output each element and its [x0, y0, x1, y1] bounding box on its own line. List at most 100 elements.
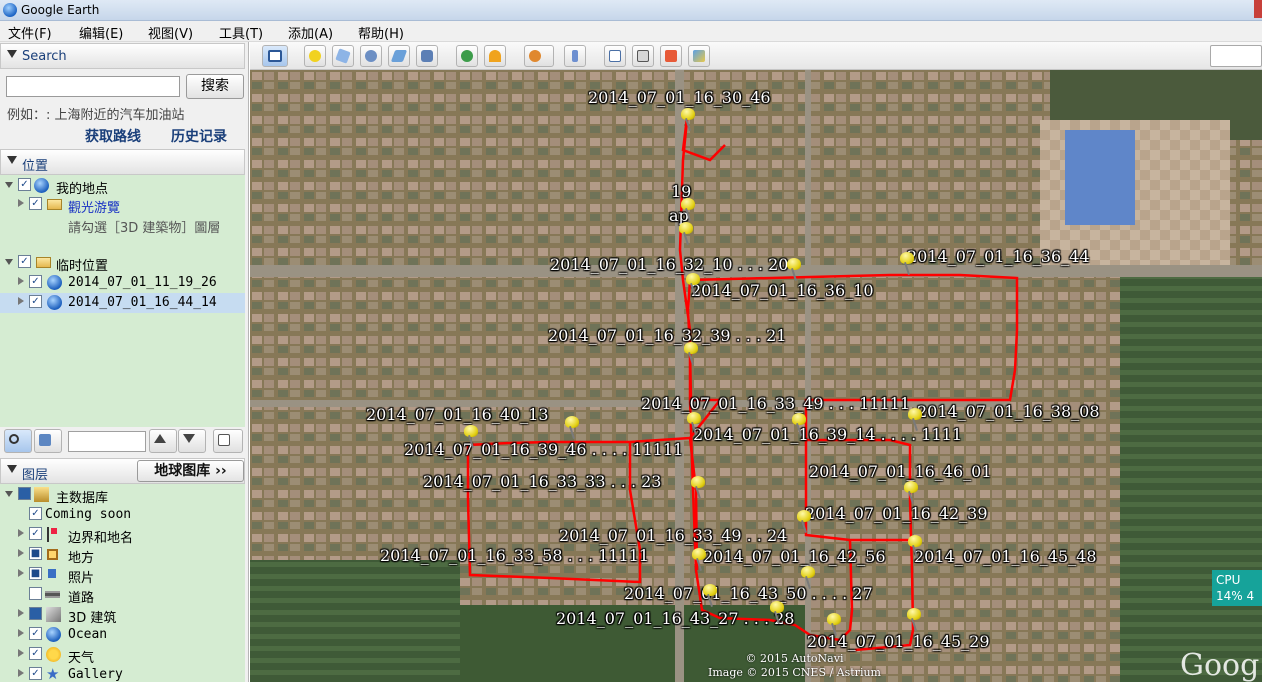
placemark-pin-icon[interactable]	[679, 198, 697, 222]
sunlight-button[interactable]	[484, 45, 506, 67]
layer-primary-database[interactable]: 主数据库	[0, 485, 245, 506]
placemark-pin-icon[interactable]	[462, 425, 480, 449]
track-point-label[interactable]: 2014_07_01_16_33_58 . . . 11111	[380, 546, 649, 565]
track-point-label[interactable]: 2014_07_01_16_36_10	[691, 281, 874, 300]
placemark-pin-icon[interactable]	[690, 548, 708, 572]
placemark-pin-icon[interactable]	[701, 584, 719, 608]
placemark-pin-icon[interactable]	[677, 222, 695, 246]
map-view[interactable]: 2014_07_01_16_30_46 19 ap 2014_07_01_16_…	[250, 70, 1262, 682]
ruler-button[interactable]	[564, 45, 586, 67]
expand-arrow-icon[interactable]	[18, 277, 24, 285]
expand-arrow-icon[interactable]	[5, 259, 13, 265]
layer-3d-buildings[interactable]: 3D 建筑	[0, 605, 245, 626]
placemark-pin-icon[interactable]	[795, 510, 813, 534]
placemark-pin-icon[interactable]	[679, 108, 697, 132]
expand-arrow-icon[interactable]	[18, 569, 24, 577]
expand-arrow-icon[interactable]	[5, 491, 13, 497]
checkbox[interactable]: ■	[29, 567, 42, 580]
track-point-label[interactable]: 2014_07_01_16_32_39 . . . 21	[548, 326, 786, 345]
placemark-pin-icon[interactable]	[785, 258, 803, 282]
layer-coming-soon[interactable]: ✓ Coming soon	[0, 505, 245, 525]
view-in-maps-button[interactable]	[660, 45, 682, 67]
checkbox[interactable]: ✓	[29, 197, 42, 210]
checkbox[interactable]: ✓	[29, 295, 42, 308]
track-point-label[interactable]: 2014_07_01_16_33_49 . . 24	[559, 526, 787, 545]
expand-arrow-icon[interactable]	[18, 609, 24, 617]
close-window-button[interactable]	[1254, 0, 1262, 18]
layer-photos[interactable]: ■ 照片	[0, 565, 245, 586]
checkbox[interactable]: ✓	[29, 627, 42, 640]
checkbox[interactable]: ■	[29, 547, 42, 560]
collapse-arrow-icon[interactable]	[7, 156, 17, 164]
placemark-pin-icon[interactable]	[799, 566, 817, 590]
menu-tools[interactable]: 工具(T)	[219, 23, 263, 42]
layer-weather[interactable]: ✓ 天气	[0, 645, 245, 666]
expand-arrow-icon[interactable]	[18, 649, 24, 657]
menu-view[interactable]: 视图(V)	[148, 23, 193, 42]
expand-arrow-icon[interactable]	[18, 529, 24, 537]
expand-arrow-icon[interactable]	[5, 182, 13, 188]
search-places-button[interactable]	[4, 429, 32, 453]
layer-borders[interactable]: ✓ 边界和地名	[0, 525, 245, 546]
search-button[interactable]: 搜索	[186, 74, 244, 99]
track-point-label[interactable]: 2014_07_01_16_42_56	[703, 547, 886, 566]
track-point-label[interactable]: 2014_07_01_16_43_27 . . . 28	[556, 609, 794, 628]
search-panel-header[interactable]: Search	[0, 43, 245, 69]
move-down-button[interactable]	[178, 429, 206, 453]
collapse-arrow-icon[interactable]	[7, 50, 17, 58]
track-point-label[interactable]: 2014_07_01_16_43_50 . . . . 27	[624, 584, 873, 603]
placemark-pin-icon[interactable]	[790, 413, 808, 437]
add-placemark-button[interactable]	[304, 45, 326, 67]
placemark-pin-icon[interactable]	[905, 608, 923, 632]
print-button[interactable]	[632, 45, 654, 67]
earth-gallery-button[interactable]: 地球图库 ››	[137, 460, 244, 482]
placemark-pin-icon[interactable]	[898, 252, 916, 276]
sidebar-toggle-button[interactable]	[262, 45, 288, 67]
history-link[interactable]: 历史记录	[171, 126, 227, 146]
track-point-label[interactable]: 2014_07_01_16_32_10 . . . 20	[550, 255, 788, 274]
add-path-button[interactable]	[360, 45, 382, 67]
placemark-pin-icon[interactable]	[768, 601, 786, 625]
track-point-label[interactable]: 2014_07_01_16_33_33 . . . 23	[423, 472, 661, 491]
track-point-label[interactable]: 2014_07_01_16_42_39	[805, 504, 988, 523]
placemark-pin-icon[interactable]	[682, 342, 700, 366]
email-button[interactable]	[604, 45, 626, 67]
place-track-2[interactable]: ✓ 2014_07_01_16_44_14	[0, 293, 245, 313]
places-panel-header[interactable]: 位置	[0, 149, 245, 175]
add-polygon-button[interactable]	[332, 45, 354, 67]
menu-edit[interactable]: 编辑(E)	[79, 23, 123, 42]
track-point-label[interactable]: 2014_07_01_16_39_46 . . . . 11111	[404, 440, 683, 459]
place-temporary[interactable]: ✓ 临时位置	[0, 253, 245, 274]
track-point-label[interactable]: 2014_07_01_16_33_49 . . . 11111	[641, 394, 910, 413]
layer-ocean[interactable]: ✓ Ocean	[0, 625, 245, 645]
get-directions-link[interactable]: 获取路线	[85, 126, 141, 146]
checkbox[interactable]	[29, 607, 42, 620]
collapse-arrow-icon[interactable]	[7, 465, 17, 473]
placemark-pin-icon[interactable]	[906, 535, 924, 559]
track-point-label[interactable]: 2014_07_01_16_30_46	[588, 88, 771, 107]
checkbox[interactable]: ✓	[29, 507, 42, 520]
checkbox[interactable]: ✓	[29, 667, 42, 680]
expand-arrow-icon[interactable]	[18, 297, 24, 305]
panel-toggle-button[interactable]	[34, 429, 62, 453]
placemark-pin-icon[interactable]	[906, 408, 924, 432]
search-input[interactable]	[6, 76, 180, 97]
placemark-pin-icon[interactable]	[825, 613, 843, 637]
checkbox[interactable]	[18, 487, 31, 500]
expand-arrow-icon[interactable]	[18, 629, 24, 637]
move-up-button[interactable]	[149, 429, 177, 453]
checkbox[interactable]: ✓	[29, 647, 42, 660]
placemark-pin-icon[interactable]	[902, 481, 920, 505]
layer-places[interactable]: ■ 地方	[0, 545, 245, 566]
track-point-label[interactable]: 2014_07_01_16_40_13	[366, 405, 549, 424]
expand-arrow-icon[interactable]	[18, 669, 24, 677]
checkbox[interactable]: ✓	[18, 178, 31, 191]
layer-roads[interactable]: 道路	[0, 585, 245, 606]
placemark-pin-icon[interactable]	[689, 476, 707, 500]
add-image-overlay-button[interactable]	[388, 45, 410, 67]
track-point-label[interactable]: 2014_07_01_16_38_08	[917, 402, 1100, 421]
expand-arrow-icon[interactable]	[18, 549, 24, 557]
track-point-label[interactable]: 2014_07_01_16_36_44	[907, 247, 1090, 266]
menu-file[interactable]: 文件(F)	[8, 23, 52, 42]
save-image-button[interactable]	[688, 45, 710, 67]
